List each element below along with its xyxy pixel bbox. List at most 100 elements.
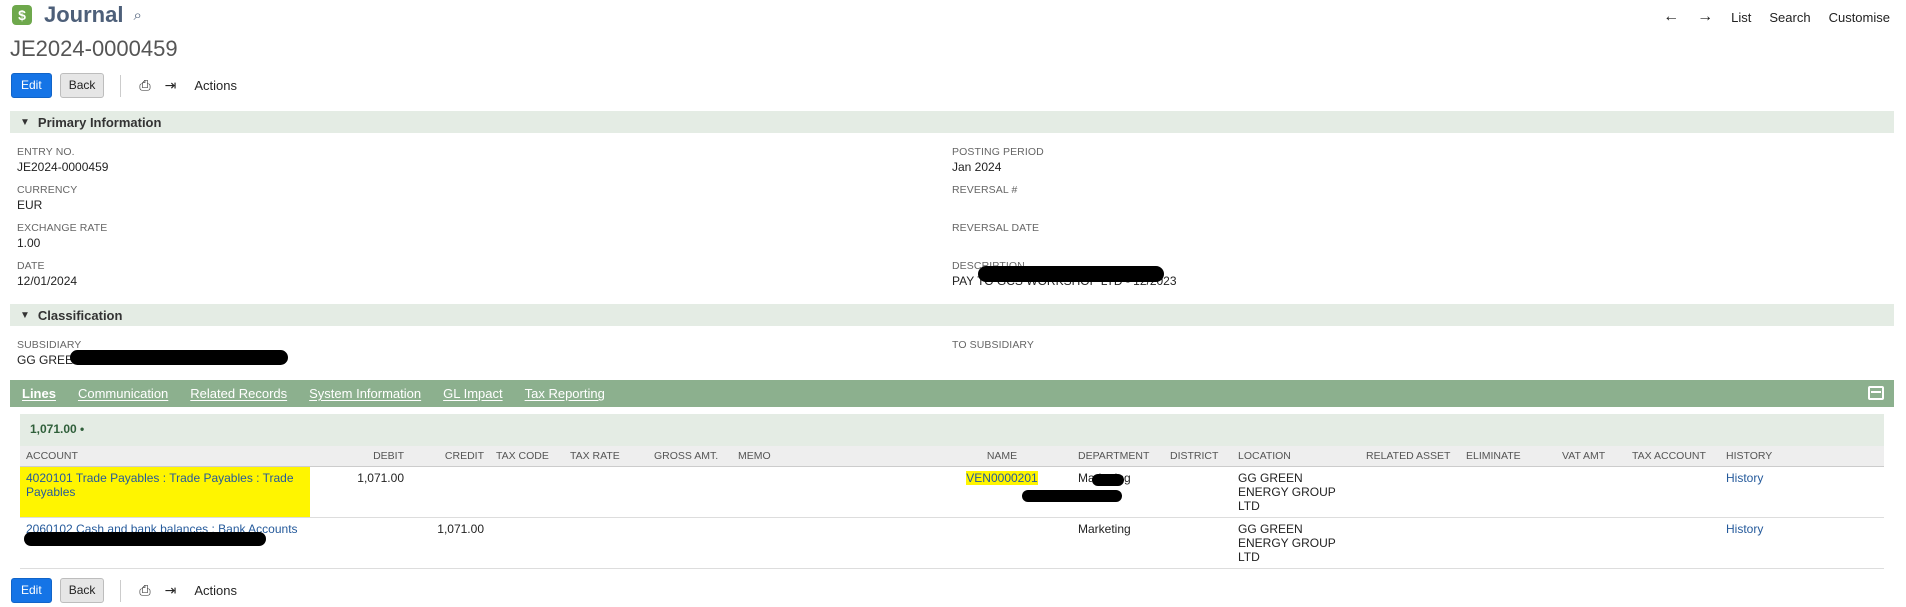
table-row: 2060102 Cash and bank balances : Bank Ac…	[20, 517, 1884, 569]
reversal-date-field: REVERSAL DATE	[952, 222, 1039, 234]
posting-period-field: POSTING PERIOD Jan 2024	[952, 146, 1044, 174]
print-icon[interactable]: ⎙	[139, 582, 150, 599]
page-header: $ Journal ⌕	[12, 2, 142, 28]
exchange-rate-field: EXCHANGE RATE 1.00	[17, 222, 107, 250]
entry-no-field: ENTRY NO. JE2024-0000459	[17, 146, 108, 174]
right-arrow-icon[interactable]: →	[1697, 8, 1713, 26]
column-header: VAT AMT	[1556, 446, 1626, 467]
district-cell	[1164, 517, 1232, 569]
actions-menu[interactable]: Actions	[194, 583, 237, 598]
tab-related-records[interactable]: Related Records	[190, 386, 287, 401]
location-cell: GG GREEN ENERGY GROUP LTD	[1232, 466, 1360, 518]
field-label: ENTRY NO.	[17, 146, 75, 158]
top-toolbar: Edit Back ⎙ ⇥ Actions	[11, 73, 237, 98]
primary-information-header[interactable]: ▼ Primary Information	[10, 111, 1894, 133]
print-icon[interactable]: ⎙	[139, 77, 150, 94]
debit-cell: 1,071.00	[310, 466, 410, 518]
tab-communication[interactable]: Communication	[78, 386, 168, 401]
related-asset-cell	[1360, 517, 1460, 569]
reversal-number-field: REVERSAL #	[952, 184, 1017, 196]
credit-cell: 1,071.00	[410, 517, 490, 569]
account-cell[interactable]: 4020101 Trade Payables : Trade Payables …	[20, 466, 310, 518]
history-link[interactable]: History	[1726, 522, 1763, 536]
tax-account-cell	[1626, 466, 1720, 518]
account-link[interactable]: 4020101 Trade Payables : Trade Payables …	[26, 471, 294, 499]
back-button[interactable]: Back	[59, 73, 105, 98]
history-link[interactable]: History	[1726, 471, 1763, 485]
related-asset-cell	[1360, 466, 1460, 518]
field-label: DATE	[17, 260, 45, 272]
memo-cell	[732, 517, 932, 569]
column-header: NAME	[932, 446, 1072, 467]
redaction-mark	[978, 266, 1164, 282]
date-field: DATE 12/01/2024	[17, 260, 77, 288]
field-label: REVERSAL DATE	[952, 222, 1040, 234]
column-header: CREDIT	[410, 446, 490, 467]
location-cell: GG GREEN ENERGY GROUP LTD	[1232, 517, 1360, 569]
edit-button[interactable]: Edit	[11, 73, 52, 98]
search-link[interactable]: Search	[1769, 10, 1810, 25]
district-cell	[1164, 466, 1232, 518]
redaction-mark	[24, 532, 266, 546]
section-title: Primary Information	[37, 114, 162, 130]
export-icon[interactable]: ⇥	[165, 582, 177, 599]
section-title: Classification	[37, 307, 123, 323]
column-header: GROSS AMT.	[648, 446, 732, 467]
history-cell[interactable]: History	[1720, 517, 1884, 569]
gross-amount-cell	[648, 466, 732, 518]
field-label: POSTING PERIOD	[952, 146, 1044, 158]
customise-link[interactable]: Customise	[1829, 10, 1890, 25]
back-button[interactable]: Back	[59, 578, 105, 603]
subtab-bar: Lines Communication Related Records Syst…	[10, 380, 1894, 407]
tab-gl-impact[interactable]: GL Impact	[443, 386, 502, 401]
bottom-toolbar: Edit Back ⎙ ⇥ Actions	[11, 578, 237, 603]
left-arrow-icon[interactable]: ←	[1663, 8, 1679, 26]
redaction-mark	[1022, 490, 1122, 502]
column-header: TAX ACCOUNT	[1626, 446, 1720, 467]
edit-button[interactable]: Edit	[11, 578, 52, 603]
credit-cell	[410, 466, 490, 518]
tax-rate-cell	[564, 517, 648, 569]
list-link[interactable]: List	[1731, 10, 1751, 25]
column-header: TAX CODE	[490, 446, 564, 467]
currency-field: CURRENCY EUR	[17, 184, 77, 212]
name-link[interactable]: VEN0000201	[966, 470, 1038, 485]
tab-lines[interactable]: Lines	[22, 386, 56, 401]
page-title: Journal	[44, 2, 124, 27]
top-navigation: ← → List Search Customise	[1663, 8, 1890, 26]
lines-total: 1,071.00 •	[20, 418, 95, 440]
eliminate-cell	[1460, 517, 1556, 569]
gross-amount-cell	[648, 517, 732, 569]
vat-amount-cell	[1556, 466, 1626, 518]
field-label: CURRENCY	[17, 184, 78, 196]
tab-tax-reporting[interactable]: Tax Reporting	[525, 386, 605, 401]
field-value: Jan 2024	[952, 160, 1002, 174]
eliminate-cell	[1460, 466, 1556, 518]
field-value: JE2024-0000459	[17, 160, 109, 174]
memo-cell	[732, 466, 932, 518]
field-label: REVERSAL #	[952, 184, 1018, 196]
tax-code-cell	[490, 517, 564, 569]
redaction-mark	[70, 350, 288, 365]
column-header: DISTRICT	[1164, 446, 1232, 467]
table-row: 4020101 Trade Payables : Trade Payables …	[20, 466, 1884, 518]
classification-header[interactable]: ▼ Classification	[10, 304, 1894, 326]
lines-table: ACCOUNT DEBIT CREDIT TAX CODE TAX RATE G…	[20, 446, 1884, 569]
field-label: EXCHANGE RATE	[17, 222, 108, 234]
column-header: ACCOUNT	[20, 446, 310, 467]
field-label: TO SUBSIDIARY	[952, 339, 1035, 351]
table-header-row: ACCOUNT DEBIT CREDIT TAX CODE TAX RATE G…	[20, 446, 1884, 467]
chevron-down-icon: ▼	[20, 116, 30, 128]
list-view-icon[interactable]	[1868, 386, 1884, 400]
column-header: LOCATION	[1232, 446, 1360, 467]
chevron-down-icon: ▼	[20, 309, 30, 321]
actions-menu[interactable]: Actions	[194, 78, 237, 93]
dollar-icon: $	[12, 5, 32, 25]
tab-system-information[interactable]: System Information	[309, 386, 421, 401]
history-cell[interactable]: History	[1720, 466, 1884, 518]
export-icon[interactable]: ⇥	[165, 77, 177, 94]
field-value: EUR	[17, 198, 43, 212]
department-cell: Marketing	[1072, 517, 1164, 569]
column-header: RELATED ASSET	[1360, 446, 1460, 467]
search-icon[interactable]: ⌕	[133, 7, 141, 24]
